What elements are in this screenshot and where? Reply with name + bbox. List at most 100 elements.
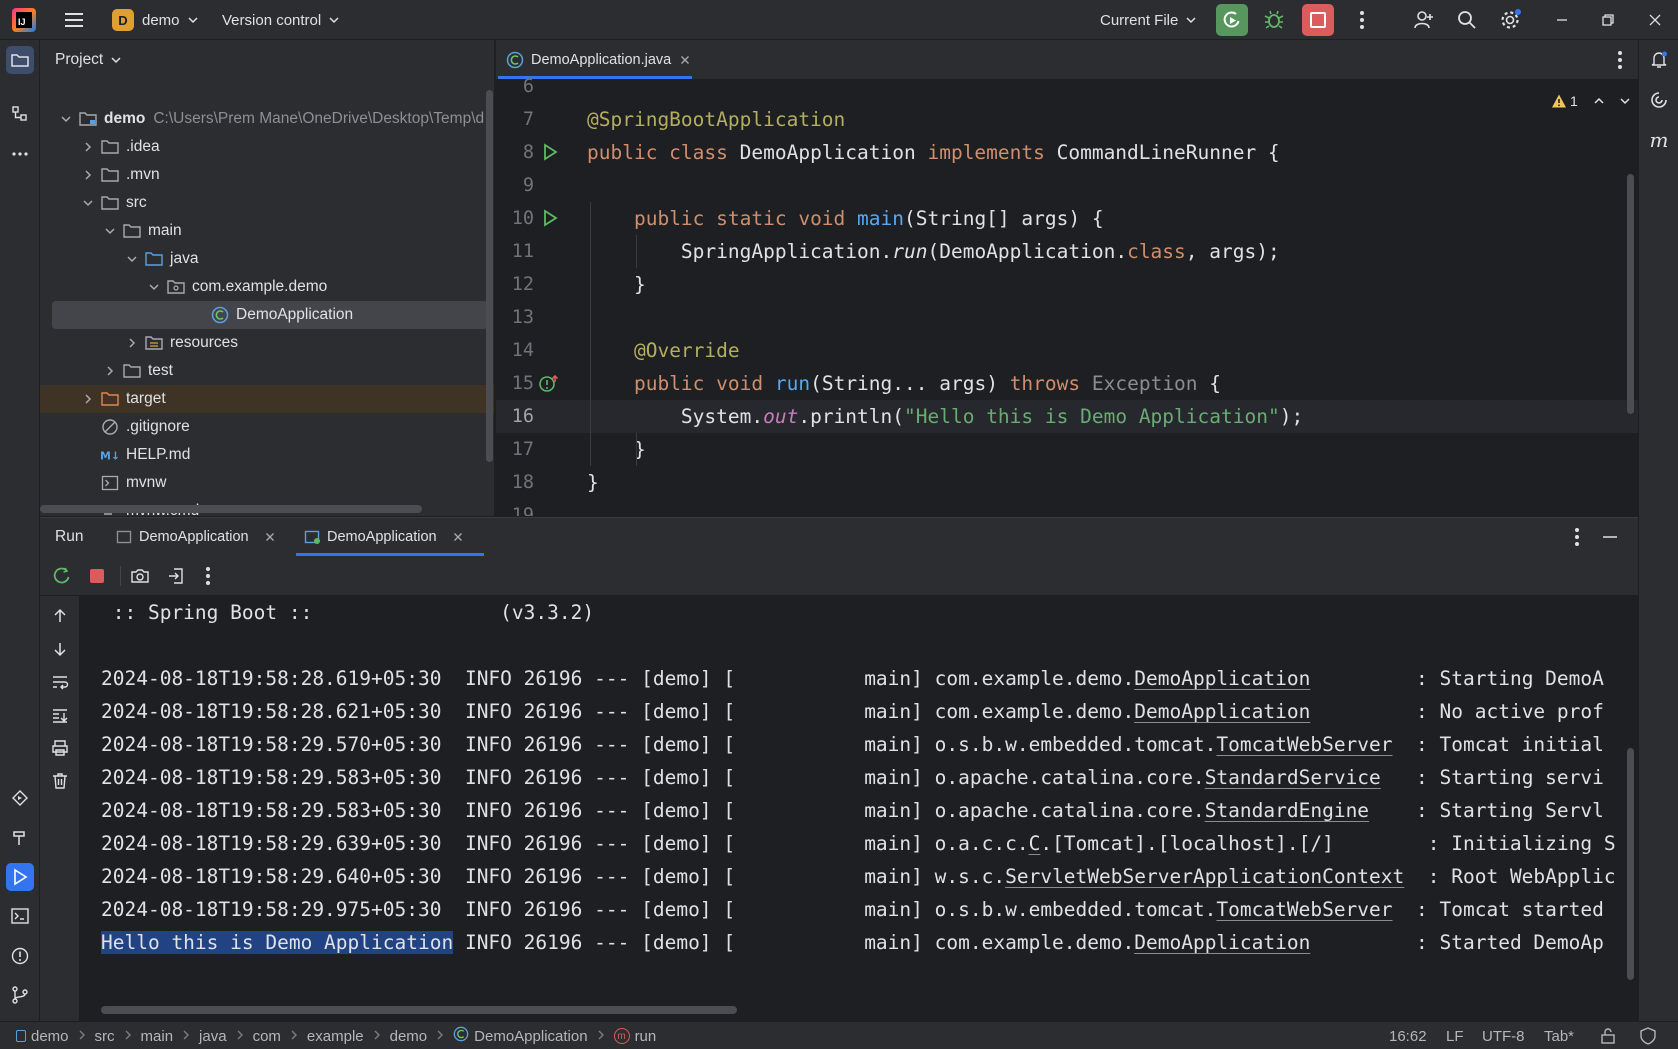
chevron-right-icon[interactable] [80, 391, 96, 407]
run-toolbar-more-icon[interactable] [198, 566, 218, 586]
main-menu-icon[interactable] [62, 9, 86, 31]
log-logger-class-link[interactable]: StandardEngine [1205, 799, 1369, 822]
tree-item--mvn[interactable]: .mvn [40, 161, 494, 189]
chevron-down-icon[interactable] [80, 195, 96, 211]
code-with-me-icon[interactable] [1413, 9, 1435, 31]
chevron-right-icon[interactable] [80, 167, 96, 183]
structure-tool-button[interactable] [6, 100, 34, 128]
git-tool-button[interactable] [6, 981, 34, 1009]
gutter-run-icon[interactable] [540, 142, 560, 162]
tree-item-java[interactable]: java [40, 245, 494, 273]
stop-icon[interactable] [90, 569, 104, 583]
chevron-right-icon[interactable] [80, 139, 96, 155]
scroll-to-end-icon[interactable] [50, 705, 70, 725]
soft-wrap-icon[interactable] [50, 672, 70, 692]
run-tab-active[interactable]: DemoApplication [296, 518, 473, 556]
close-window-icon[interactable] [1645, 10, 1665, 30]
console-horizontal-scrollbar[interactable] [101, 1006, 737, 1014]
close-tab-icon[interactable] [451, 530, 465, 544]
tree-item-target[interactable]: target [40, 385, 494, 413]
run-panel-more-icon[interactable] [1567, 527, 1587, 547]
log-logger-class-link[interactable]: StandardService [1205, 766, 1381, 789]
rerun-icon[interactable] [52, 566, 72, 586]
build-tool-button[interactable] [6, 824, 34, 852]
breadcrumb-item[interactable]: com [253, 1028, 281, 1045]
chevron-right-icon[interactable] [124, 335, 140, 351]
restore-icon[interactable] [1598, 10, 1618, 30]
editor-tabs-more-icon[interactable] [1610, 50, 1630, 70]
close-tab-icon[interactable] [678, 53, 692, 67]
more-tools-button[interactable] [6, 140, 34, 168]
tree-item-com-example-demo[interactable]: com.example.demo [40, 273, 494, 301]
console-vertical-scrollbar[interactable] [1627, 748, 1634, 980]
project-tool-button[interactable] [6, 46, 34, 74]
rerun-button[interactable] [1216, 4, 1248, 36]
close-tab-icon[interactable] [263, 530, 277, 544]
line-separator[interactable]: LF [1446, 1028, 1464, 1045]
code-area[interactable]: 6 7 @SpringBootApplication 8 public class De… [496, 76, 1638, 516]
tree-vertical-scrollbar[interactable] [486, 90, 493, 462]
ide-logo-icon[interactable]: IJ [12, 8, 36, 32]
gutter-implements-icon[interactable] [538, 373, 560, 395]
chevron-down-icon[interactable] [124, 251, 140, 267]
caret-position[interactable]: 16:62 [1389, 1028, 1427, 1045]
ai-assistant-button[interactable] [1645, 86, 1673, 114]
search-icon[interactable] [1456, 9, 1478, 31]
tree-item-resources[interactable]: resources [40, 329, 494, 357]
services-tool-button[interactable] [6, 784, 34, 812]
run-tab[interactable]: DemoApplication [108, 518, 285, 556]
tree-item--gitignore[interactable]: .gitignore [40, 413, 494, 441]
log-logger-class-link[interactable]: DemoApplication [1134, 931, 1310, 954]
tree-item-demoapplication[interactable]: DemoApplication [52, 301, 488, 329]
log-logger-class-link[interactable]: TomcatWebServer [1216, 733, 1392, 756]
breadcrumb-item[interactable]: src [95, 1028, 115, 1045]
project-panel-header[interactable]: Project [55, 49, 123, 71]
tree-item-help-md[interactable]: M↓ HELP.md [40, 441, 494, 469]
run-tool-button[interactable] [6, 863, 34, 891]
stop-button[interactable] [1302, 4, 1334, 36]
lock-icon[interactable] [1598, 1026, 1618, 1046]
file-encoding[interactable]: UTF-8 [1482, 1028, 1525, 1045]
breadcrumb-item[interactable]: DemoApplication [453, 1026, 588, 1046]
tree-item--idea[interactable]: .idea [40, 133, 494, 161]
breadcrumb-item[interactable]: demo [16, 1028, 69, 1045]
vcs-selector[interactable]: Version control [222, 4, 341, 36]
chevron-down-icon[interactable] [58, 111, 74, 127]
log-logger-class-link[interactable]: ServletWebServerApplicationContext [1005, 865, 1404, 888]
camera-icon[interactable] [130, 566, 150, 586]
arrow-up-icon[interactable] [50, 606, 70, 626]
breadcrumb-item[interactable]: main [141, 1028, 174, 1045]
chevron-right-icon[interactable] [102, 363, 118, 379]
log-logger-class-link[interactable]: DemoApplication [1134, 700, 1310, 723]
breadcrumb-item[interactable]: java [199, 1028, 227, 1045]
terminal-tool-button[interactable] [6, 902, 34, 930]
console-output[interactable]: :: Spring Boot :: (v3.3.2) 2024-08-18T19… [81, 596, 1638, 1022]
tree-item-demo[interactable]: demo C:\Users\Prem Mane\OneDrive\Desktop\… [40, 105, 494, 133]
maven-tool-button[interactable]: m [1645, 126, 1673, 154]
breadcrumb-item[interactable]: m run [613, 1028, 656, 1045]
problems-tool-button[interactable] [6, 942, 34, 970]
breadcrumb-item[interactable]: example [307, 1028, 364, 1045]
shield-icon[interactable] [1638, 1026, 1658, 1046]
inspection-widget[interactable]: 1 [1551, 90, 1632, 112]
debug-button[interactable] [1258, 4, 1290, 36]
tree-item-main[interactable]: main [40, 217, 494, 245]
gutter-run-icon[interactable] [540, 208, 560, 228]
notifications-button[interactable] [1645, 46, 1673, 74]
exit-icon[interactable] [166, 566, 186, 586]
log-logger-class-link[interactable]: C [1029, 832, 1041, 855]
log-logger-class-link[interactable]: TomcatWebServer [1216, 898, 1392, 921]
chevron-up-icon[interactable] [1592, 94, 1606, 108]
indent-setting[interactable]: Tab* [1544, 1028, 1574, 1045]
tree-item-mvnw[interactable]: mvnw [40, 469, 494, 497]
more-actions-icon[interactable] [1350, 8, 1374, 32]
editor-vertical-scrollbar[interactable] [1627, 174, 1634, 414]
tree-item-src[interactable]: src [40, 189, 494, 217]
chevron-down-icon[interactable] [1618, 94, 1632, 108]
chevron-down-icon[interactable] [102, 223, 118, 239]
tree-horizontal-scrollbar[interactable] [40, 505, 422, 513]
hide-panel-icon[interactable] [1600, 527, 1620, 547]
breadcrumb-item[interactable]: demo [390, 1028, 428, 1045]
arrow-down-icon[interactable] [50, 639, 70, 659]
project-selector[interactable]: D demo [112, 4, 200, 36]
